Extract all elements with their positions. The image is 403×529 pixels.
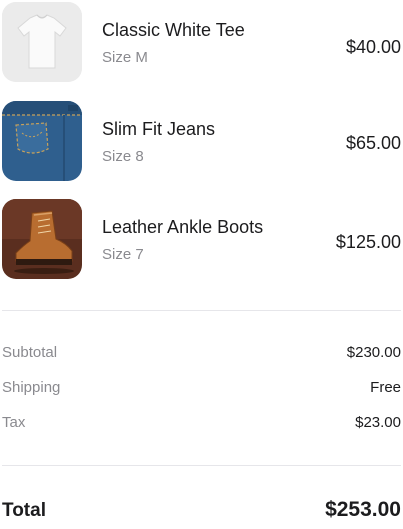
tax-label: Tax xyxy=(2,414,26,431)
cart-item-white-tee[interactable]: Classic White Tee Size M $40.00 xyxy=(0,2,403,82)
item-name: Leather Ankle Boots xyxy=(102,217,264,237)
subtotal-label: Subtotal xyxy=(2,344,58,361)
shipping-label: Shipping xyxy=(2,379,61,396)
tax-row: Tax $23.00 xyxy=(2,414,401,436)
item-size: Size 7 xyxy=(102,246,144,263)
cart-item-boots[interactable]: Leather Ankle Boots Size 7 $125.00 xyxy=(0,199,403,279)
subtotal-value: $230.00 xyxy=(346,344,401,361)
item-size: Size 8 xyxy=(102,148,144,165)
shipping-value: Free xyxy=(370,379,401,396)
divider xyxy=(2,465,401,466)
total-label: Total xyxy=(2,500,46,521)
total-value: $253.00 xyxy=(325,498,401,521)
item-price: $65.00 xyxy=(345,133,401,153)
brown-leather-boot-image xyxy=(2,199,82,279)
white-tshirt-image xyxy=(2,2,82,82)
item-size: Size M xyxy=(102,49,148,66)
subtotal-row: Subtotal $230.00 xyxy=(2,344,401,366)
tax-value: $23.00 xyxy=(355,414,401,431)
item-name: Slim Fit Jeans xyxy=(102,119,216,139)
item-name: Classic White Tee xyxy=(102,20,245,40)
blue-jeans-image xyxy=(2,101,82,181)
item-price: $125.00 xyxy=(335,232,401,252)
shipping-row: Shipping Free xyxy=(2,379,401,401)
total-row: Total $253.00 xyxy=(2,498,401,528)
item-price: $40.00 xyxy=(345,37,401,57)
divider xyxy=(2,310,401,311)
cart-item-jeans[interactable]: Slim Fit Jeans Size 8 $65.00 xyxy=(0,101,403,181)
